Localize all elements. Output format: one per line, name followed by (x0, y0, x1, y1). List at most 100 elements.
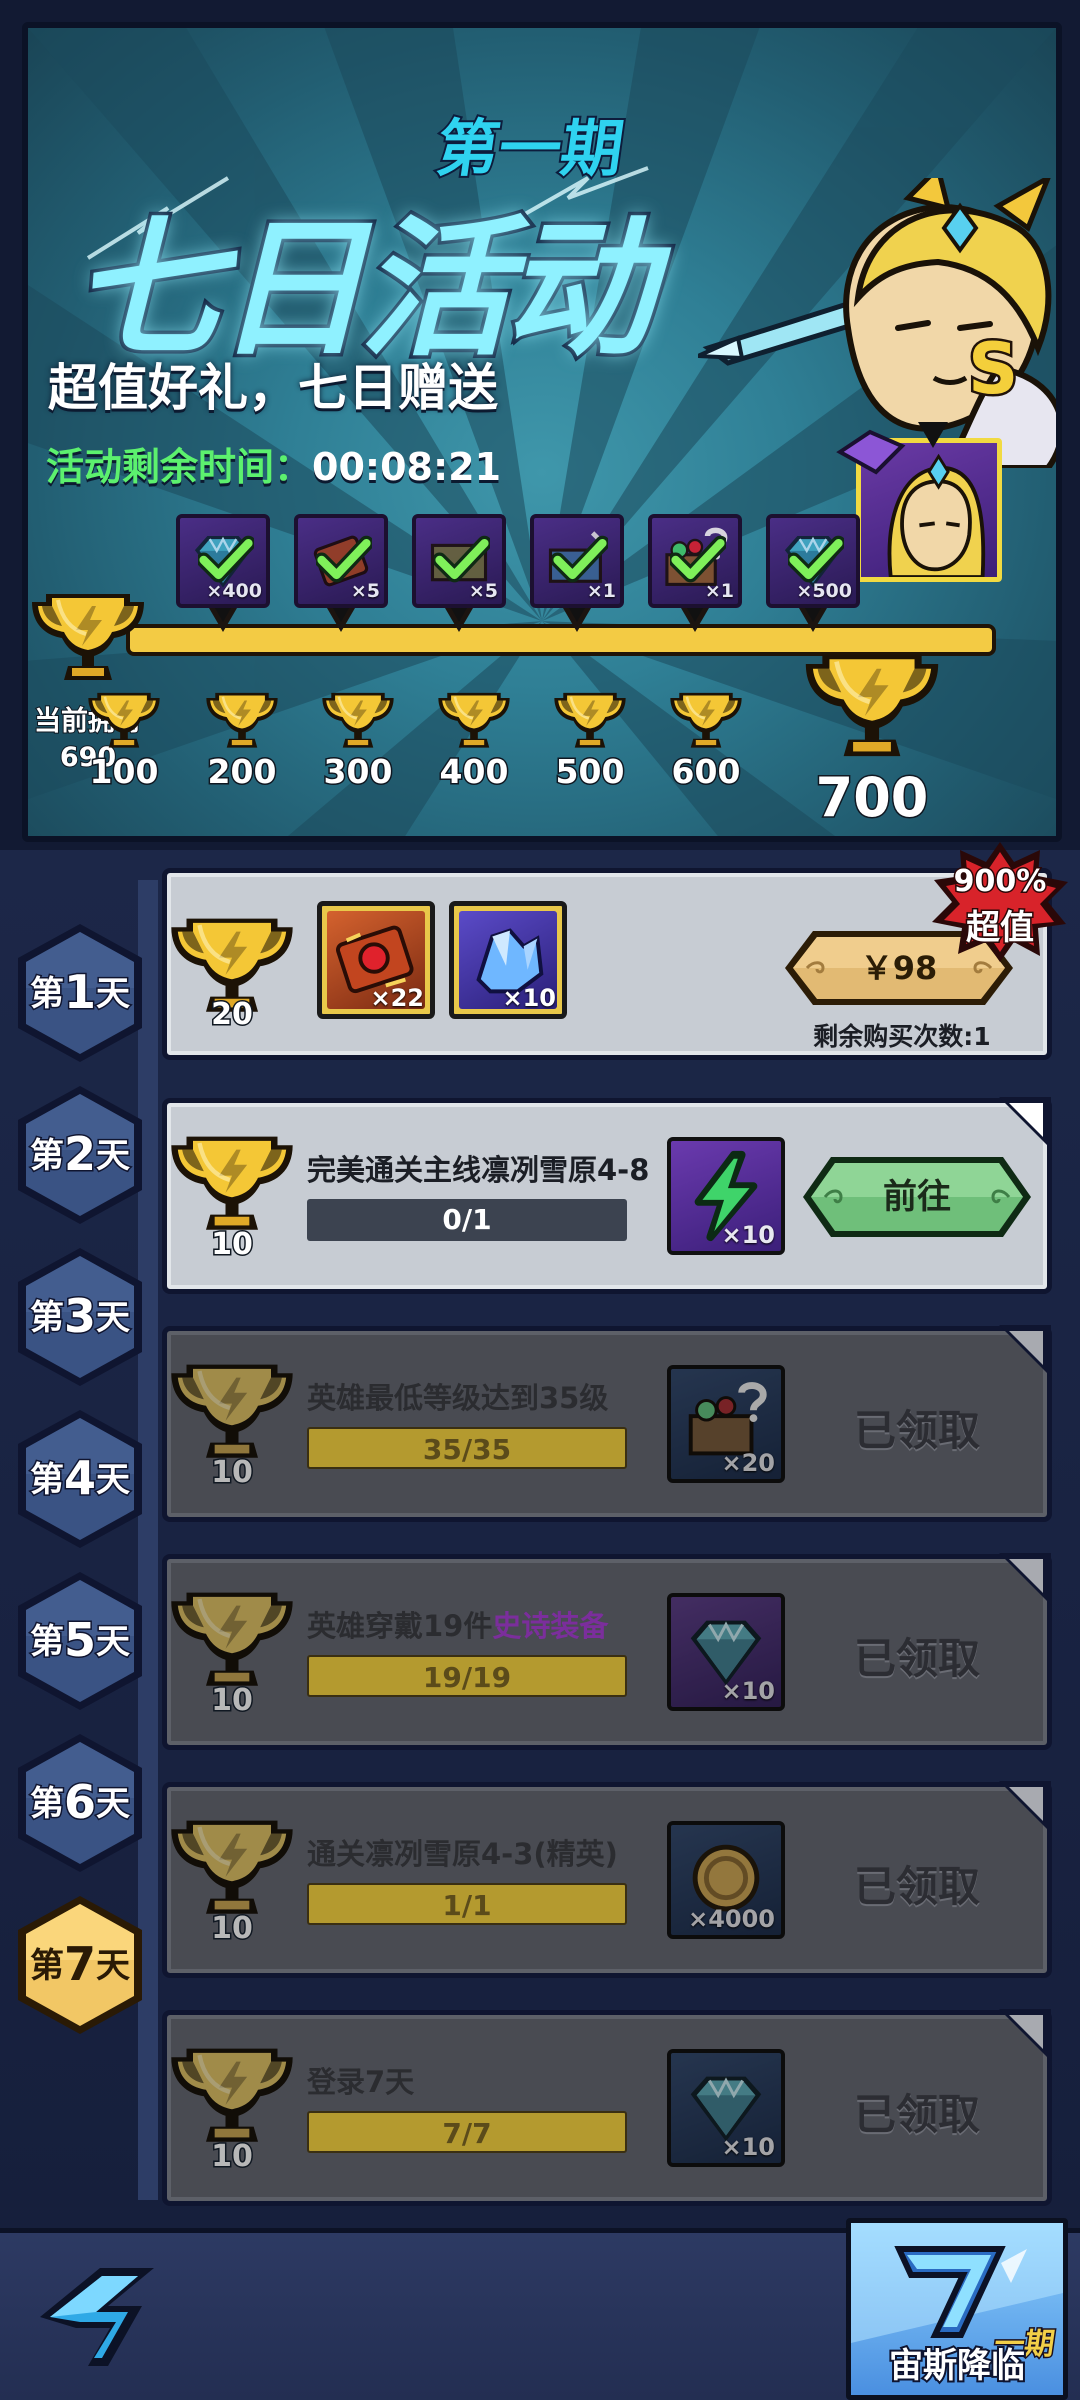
event-timer: 活动剩余时间：00:08:21 (46, 436, 501, 491)
gift-item-1[interactable]: ×22 (317, 901, 435, 1019)
value-badge-percent: 900% (952, 863, 1048, 901)
day-suffix: 天 (95, 1297, 132, 1340)
event-banner: 第一期 七日活动 超值好礼，七日赠送 活动剩余时间：00:08:21 S ×40… (22, 22, 1062, 842)
gift-item-2-qty: ×10 (502, 984, 556, 1012)
gift-trophy-value: 20 (210, 996, 255, 1034)
day-tab-4[interactable]: 第4天 (10, 1404, 150, 1554)
day-tab-label: 第5天 (10, 1612, 150, 1669)
task-reward-qty: ×4000 (688, 1905, 775, 1933)
trophy-icon (84, 684, 164, 754)
task-card: 10 登录7天 7/7 ×10 已领取 (162, 2009, 1052, 2206)
track-reward-qty: ×400 (206, 580, 262, 602)
hero-zeus-art (698, 178, 1056, 468)
track-reward-1[interactable]: ×400 (176, 514, 270, 608)
gift-item-1-qty: ×22 (370, 984, 424, 1012)
day-suffix: 天 (95, 1135, 132, 1178)
day-number: 7 (63, 1937, 96, 1991)
card-corner-notch (999, 1325, 1051, 1377)
go-button[interactable]: 前往 (797, 1153, 1037, 1241)
task-title: 英雄最低等级达到35级 (307, 1381, 609, 1415)
milestone-value: 600 (670, 751, 742, 793)
task-reward[interactable]: ×20 (667, 1365, 785, 1483)
milestone-value: 700 (814, 765, 930, 831)
day-prefix: 第 (28, 1783, 65, 1826)
track-reward-qty: ×1 (586, 580, 616, 602)
track-reward-3[interactable]: ×5 (412, 514, 506, 608)
day-tab-1[interactable]: 第1天 (10, 918, 150, 1068)
task-reward-qty: ×10 (721, 2133, 775, 2161)
track-pointer (209, 608, 237, 632)
task-title: 英雄穿戴19件史诗装备 (307, 1603, 608, 1645)
day-tab-5[interactable]: 第5天 (10, 1566, 150, 1716)
track-reward-2[interactable]: ×5 (294, 514, 388, 608)
task-trophy-value: 10 (210, 1910, 255, 1948)
trophy-icon (167, 2033, 297, 2153)
claimed-status: 已领取 (853, 1406, 980, 1455)
promo-zeus-event[interactable]: 一期 宙斯降临 (846, 2218, 1068, 2400)
track-pointer (563, 608, 591, 632)
day-number: 6 (62, 1774, 97, 1831)
track-reward-6[interactable]: ×500 (766, 514, 860, 608)
task-progress-bar: 1/1 (307, 1883, 627, 1925)
day-suffix: 天 (95, 973, 132, 1016)
task-title-main: 英雄穿戴19件 (307, 1609, 493, 1643)
milestone-value: 200 (206, 751, 278, 793)
day-tab-7[interactable]: 第7天 (10, 1890, 150, 2040)
task-trophy-value: 10 (210, 2138, 255, 2176)
milestone-700: 700 (797, 638, 947, 831)
trophy-icon (318, 684, 398, 754)
day-tab-6[interactable]: 第6天 (10, 1728, 150, 1878)
task-title: 登录7天 (307, 2065, 415, 2099)
value-badge-text: 超值 (965, 907, 1036, 950)
day-number: 3 (62, 1288, 97, 1345)
task-reward[interactable]: ×10 (667, 1593, 785, 1711)
day-tab-3[interactable]: 第3天 (10, 1242, 150, 1392)
track-reward-qty: ×500 (796, 580, 852, 602)
day-tab-label: 第1天 (10, 964, 150, 1021)
remaining-purchases: 剩余购买次数:1 (813, 1022, 991, 1051)
card-corner-notch (999, 1097, 1051, 1149)
track-pointer (681, 608, 709, 632)
milestone-500: 500 (540, 684, 640, 793)
task-reward[interactable]: ×4000 (667, 1821, 785, 1939)
day-tab-2[interactable]: 第2天 (10, 1080, 150, 1230)
day-prefix: 第 (28, 1135, 65, 1178)
task-reward[interactable]: ×10 (667, 2049, 785, 2167)
day-number: 1 (62, 964, 97, 1021)
milestone-value: 500 (554, 751, 626, 793)
day-prefix: 第 (28, 1459, 65, 1502)
card-corner-notch (999, 2009, 1051, 2061)
track-pointer (799, 608, 827, 632)
current-trophy-icon (28, 580, 148, 690)
trophy-icon (167, 1121, 297, 1241)
day-tab-label: 第6天 (10, 1774, 150, 1831)
event-slogan: 超值好礼，七日赠送 (48, 359, 498, 417)
day-prefix: 第 (28, 1621, 65, 1664)
card-corner-notch (999, 1781, 1051, 1833)
card-corner-notch (999, 1553, 1051, 1605)
milestone-value: 300 (322, 751, 394, 793)
gift-item-2[interactable]: ×10 (449, 901, 567, 1019)
timer-label: 活动剩余时间： (46, 445, 313, 489)
milestone-300: 300 (308, 684, 408, 793)
task-progress-bar: 35/35 (307, 1427, 627, 1469)
trophy-icon (167, 1349, 297, 1469)
day-tab-label: 第4天 (10, 1450, 150, 1507)
task-reward[interactable]: ×10 (667, 1137, 785, 1255)
track-reward-4[interactable]: ×1 (530, 514, 624, 608)
task-reward-qty: ×10 (721, 1221, 775, 1249)
trophy-icon (434, 684, 514, 754)
claimed-status: 已领取 (853, 1634, 980, 1683)
track-reward-qty: ×1 (704, 580, 734, 602)
track-reward-5[interactable]: ×1 (648, 514, 742, 608)
back-button[interactable] (30, 2262, 160, 2372)
task-card: 10 通关凛冽雪原4-3(精英) 1/1 ×4000 已领取 (162, 1781, 1052, 1978)
task-title: 通关凛冽雪原4-3(精英) (307, 1837, 618, 1871)
gift-pack-card: 20 ×22 ×10 ￥98 剩余购买次数:1 (162, 868, 1052, 1060)
milestone-value: 400 (438, 751, 510, 793)
claimed-status: 已领取 (853, 2090, 980, 2139)
milestone-200: 200 (192, 684, 292, 793)
trophy-icon (797, 638, 947, 768)
trophy-icon (550, 684, 630, 754)
track-reward-qty: ×5 (350, 580, 380, 602)
